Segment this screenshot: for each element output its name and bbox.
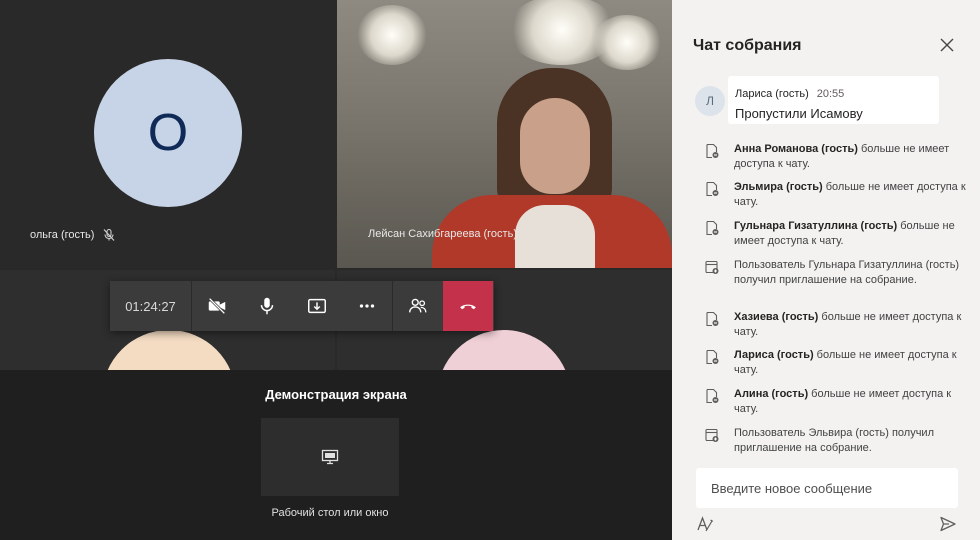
access-removed-icon xyxy=(706,143,719,159)
event-user: Эльмира (гость) xyxy=(734,181,823,193)
access-removed-icon xyxy=(706,388,719,404)
format-icon[interactable] xyxy=(696,515,714,533)
participants-icon xyxy=(409,298,427,313)
meeting-control-bar: 01:24:27 xyxy=(110,281,494,331)
message-text: Пропустили Исамову xyxy=(735,106,863,121)
send-icon[interactable] xyxy=(939,515,957,533)
chat-event: Гульнара Гизатуллина (гость) больше не и… xyxy=(704,219,974,249)
chat-event: Лариса (гость) больше не имеет доступа к… xyxy=(704,348,974,378)
microphone-icon xyxy=(260,297,274,315)
close-icon[interactable] xyxy=(938,36,956,54)
participants-button[interactable] xyxy=(393,281,443,331)
chat-message[interactable]: Лариса (гость) 20:55 Пропустили Исамову xyxy=(728,76,939,124)
chat-event: Эльмира (гость) больше не имеет доступа … xyxy=(704,180,974,210)
event-user: Хазиева (гость) xyxy=(734,311,819,323)
access-removed-icon xyxy=(706,181,719,197)
more-options-button[interactable] xyxy=(342,281,392,331)
camera-off-icon xyxy=(208,297,226,315)
access-removed-icon xyxy=(706,311,719,327)
participant-name: Лейсан Сахибгареева (гость) xyxy=(368,228,517,240)
share-tray-button[interactable] xyxy=(292,281,342,331)
event-user: Гульнара Гизатуллина (гость) xyxy=(734,220,898,232)
call-timer: 01:24:27 xyxy=(110,281,192,331)
message-time: 20:55 xyxy=(816,88,845,100)
more-options-icon xyxy=(359,304,375,308)
video-stage: О ольга (гость) Лейсан Сахибгареева (гос… xyxy=(0,0,672,540)
muted-microphone-icon xyxy=(104,228,115,241)
participant-name-text: ольга (гость) xyxy=(30,229,95,241)
chat-event: Анна Романова (гость) больше не имеет до… xyxy=(704,142,974,172)
chat-title: Чат собрания xyxy=(693,37,802,54)
avatar: О xyxy=(94,59,242,207)
chat-event: Пользователь Гульнара Гизатуллина (гость… xyxy=(704,258,974,288)
share-desktop-option[interactable] xyxy=(261,418,399,496)
access-removed-icon xyxy=(706,220,719,236)
share-option-label: Рабочий стол или окно xyxy=(271,507,389,519)
event-user: Алина (гость) xyxy=(734,388,809,400)
participant-tile-olga[interactable]: О ольга (гость) xyxy=(0,0,335,268)
access-removed-icon xyxy=(706,349,719,365)
avatar: Л xyxy=(695,86,725,116)
participant-name: ольга (гость) xyxy=(30,228,116,242)
chat-event: Пользователь Эльвира (гость) получил при… xyxy=(704,426,974,456)
message-compose-input[interactable]: Введите новое сообщение xyxy=(696,468,958,508)
event-user: Лариса (гость) xyxy=(734,349,814,361)
event-text: Пользователь Эльвира (гость) получил при… xyxy=(734,427,934,454)
camera-toggle-button[interactable] xyxy=(192,281,242,331)
monitor-icon xyxy=(321,449,339,465)
chat-event: Хазиева (гость) больше не имеет доступа … xyxy=(704,310,974,340)
chat-event: Алина (гость) больше не имеет доступа к … xyxy=(704,387,974,417)
screen-share-panel: Демонстрация экрана Рабочий стол или окн… xyxy=(0,370,672,540)
hang-up-button[interactable] xyxy=(443,281,493,331)
share-tray-icon xyxy=(308,298,326,314)
invitation-icon xyxy=(705,428,719,442)
share-title: Демонстрация экрана xyxy=(265,387,407,402)
meeting-chat-panel: Чат собрания Л Лариса (гость) 20:55 Пропу… xyxy=(672,0,980,540)
microphone-button[interactable] xyxy=(242,281,292,331)
hang-up-icon xyxy=(460,304,476,310)
event-user: Анна Романова (гость) xyxy=(734,143,858,155)
message-author: Лариса (гость) xyxy=(735,88,809,100)
teams-meeting-window: О ольга (гость) Лейсан Сахибгареева (гос… xyxy=(0,0,980,540)
event-text: Пользователь Гульнара Гизатуллина (гость… xyxy=(734,259,960,286)
invitation-icon xyxy=(705,260,719,274)
